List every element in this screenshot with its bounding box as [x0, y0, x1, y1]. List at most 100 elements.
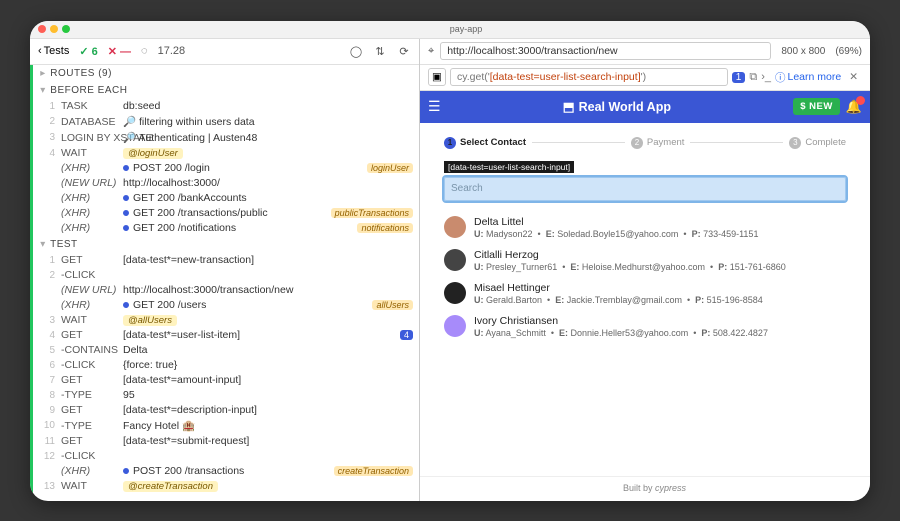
command-row[interactable]: 1GET[data-test*=new-transaction] [33, 253, 419, 268]
list-item[interactable]: Misael Hettinger U: Gerald.Barton • E: J… [444, 277, 846, 310]
command-name: (NEW URL) [61, 284, 117, 296]
list-item[interactable]: Citlalli Herzog U: Presley_Turner61 • E:… [444, 244, 846, 277]
section-header[interactable]: ▸ ROUTES (9) [33, 65, 419, 82]
command-name: (XHR) [61, 207, 117, 219]
back-label: Tests [44, 45, 70, 57]
command-name: -CONTAINS [61, 344, 117, 356]
command-row[interactable]: 12-CLICK [33, 449, 419, 464]
command-row[interactable]: (XHR)GET 200 /transactions/publicpublicT… [33, 206, 419, 221]
console-icon[interactable]: ›_ [761, 71, 771, 83]
line-number: 8 [39, 390, 55, 401]
alias-tag: loginUser [367, 163, 413, 173]
chevron-icon: ▾ [39, 85, 47, 96]
alias-pill: @createTransaction [123, 481, 218, 492]
command-message: 🔎 Authenticating | Austen48 [123, 131, 413, 144]
alias-pill: @allUsers [123, 315, 177, 326]
command-log[interactable]: ▸ ROUTES (9) ▾ BEFORE EACH1TASKdb:seed2D… [30, 65, 419, 501]
bell-icon[interactable]: 🔔 [846, 99, 862, 115]
command-row[interactable]: (XHR)POST 200 /transactionscreateTransac… [33, 464, 419, 479]
target-icon[interactable]: ⌖ [428, 45, 434, 58]
step-circle: 1 [444, 137, 456, 149]
command-row[interactable]: (XHR)GET 200 /usersallUsers [33, 298, 419, 313]
line-number: 11 [39, 436, 55, 447]
copy-icon[interactable]: ⧉ [749, 71, 757, 84]
selector-prefix: cy.get(' [457, 71, 490, 83]
selector-input[interactable]: cy.get(' [data-test=user-list-search-inp… [450, 68, 728, 86]
alias-tag: publicTransactions [331, 208, 413, 218]
contact-list: Delta Littel U: Madyson22 • E: Soledad.B… [444, 211, 846, 343]
command-row[interactable]: 2-CLICK [33, 268, 419, 283]
line-number: 9 [39, 405, 55, 416]
chevron-icon: ▾ [39, 239, 47, 250]
maximize-icon[interactable] [62, 25, 70, 33]
chevron-icon: ▸ [39, 68, 47, 79]
chevron-left-icon: ‹ [38, 45, 42, 57]
command-name: GET [61, 435, 117, 447]
xhr-dot-icon [123, 225, 129, 231]
close-icon[interactable] [38, 25, 46, 33]
line-number: 1 [39, 101, 55, 112]
command-row[interactable]: 13WAIT@createTransaction [33, 479, 419, 494]
refresh-icon[interactable]: ⟳ [397, 44, 411, 58]
contact-name: Misael Hettinger [474, 282, 763, 294]
element-picker-icon[interactable]: ▣ [428, 68, 446, 86]
xhr-dot-icon [123, 210, 129, 216]
list-item[interactable]: Ivory Christiansen U: Ayana_Schmitt • E:… [444, 310, 846, 343]
stepper: 1Select Contact2Payment3Complete [444, 137, 846, 149]
xhr-dot-icon [123, 165, 129, 171]
command-row[interactable]: (XHR)GET 200 /bankAccounts [33, 191, 419, 206]
notification-badge [856, 96, 865, 105]
command-row[interactable]: 2DATABASE🔎 filtering within users data [33, 114, 419, 130]
command-row[interactable]: 10-TYPEFancy Hotel 🏨 [33, 418, 419, 434]
close-selector-icon[interactable]: ✕ [845, 71, 862, 83]
section-header[interactable]: ▾ BEFORE EACH [33, 82, 419, 99]
command-row[interactable]: 11GET[data-test*=submit-request] [33, 434, 419, 449]
step-label: Complete [805, 137, 846, 148]
menu-icon[interactable]: ☰ [428, 98, 441, 115]
traffic-lights[interactable] [38, 25, 70, 33]
contact-name: Delta Littel [474, 216, 758, 228]
command-name: WAIT [61, 480, 117, 492]
command-row[interactable]: 6-CLICK{force: true} [33, 358, 419, 373]
brand-title: ⬒ Real World App [447, 99, 788, 114]
command-row[interactable]: (NEW URL)http://localhost:3000/ [33, 176, 419, 191]
command-name: GET [61, 329, 117, 341]
command-name: (XHR) [61, 465, 117, 477]
command-row[interactable]: 4GET[data-test*=user-list-item]4 [33, 328, 419, 343]
command-row[interactable]: 1TASKdb:seed [33, 99, 419, 114]
command-row[interactable]: (XHR)GET 200 /notificationsnotifications [33, 221, 419, 236]
search-input[interactable]: Search [444, 177, 846, 201]
list-item[interactable]: Delta Littel U: Madyson22 • E: Soledad.B… [444, 211, 846, 244]
command-row[interactable]: (NEW URL) http://localhost:3000/transacti… [33, 283, 419, 298]
stepper-step: 3Complete [789, 137, 846, 149]
selector-suffix: ') [641, 71, 647, 83]
window-title: pay-app [70, 24, 862, 34]
learn-more-link[interactable]: ⓘ Learn more [775, 70, 841, 85]
selector-highlight-tag: [data-test=user-list-search-input] [444, 161, 574, 173]
selector-playground: ▣ cy.get(' [data-test=user-list-search-i… [420, 65, 870, 91]
xhr-dot-icon [123, 468, 129, 474]
command-name: -CLICK [61, 359, 117, 371]
line-number: 2 [39, 270, 55, 281]
stepper-step: 2Payment [631, 137, 685, 149]
command-message: Delta [123, 344, 413, 356]
minimize-icon[interactable] [50, 25, 58, 33]
command-message: db:seed [123, 100, 413, 112]
url-input[interactable]: http://localhost:3000/transaction/new [440, 42, 771, 60]
section-header[interactable]: ▾ TEST [33, 236, 419, 253]
auto-scroll-icon[interactable]: ◯ [349, 44, 363, 58]
back-to-tests-button[interactable]: ‹ Tests [38, 45, 69, 57]
cypress-logo-icon: cypress [655, 483, 667, 495]
new-button[interactable]: $ NEW [793, 98, 840, 115]
app-header: ☰ ⬒ Real World App $ NEW 🔔 [420, 91, 870, 123]
command-row[interactable]: 5-CONTAINSDelta [33, 343, 419, 358]
command-row[interactable]: 7GET[data-test*=amount-input] [33, 373, 419, 388]
command-row[interactable]: 3LOGIN BY XSTATE🔎 Authenticating | Auste… [33, 130, 419, 146]
command-message: http://localhost:3000/transaction/new [123, 284, 413, 296]
arrow-up-down-icon[interactable]: ⇅ [373, 44, 387, 58]
command-row[interactable]: 3WAIT@allUsers [33, 313, 419, 328]
command-row[interactable]: 9GET[data-test*=description-input] [33, 403, 419, 418]
command-row[interactable]: (XHR)POST 200 /loginloginUser [33, 161, 419, 176]
command-row[interactable]: 4WAIT@loginUser [33, 146, 419, 161]
command-row[interactable]: 8-TYPE95 [33, 388, 419, 403]
